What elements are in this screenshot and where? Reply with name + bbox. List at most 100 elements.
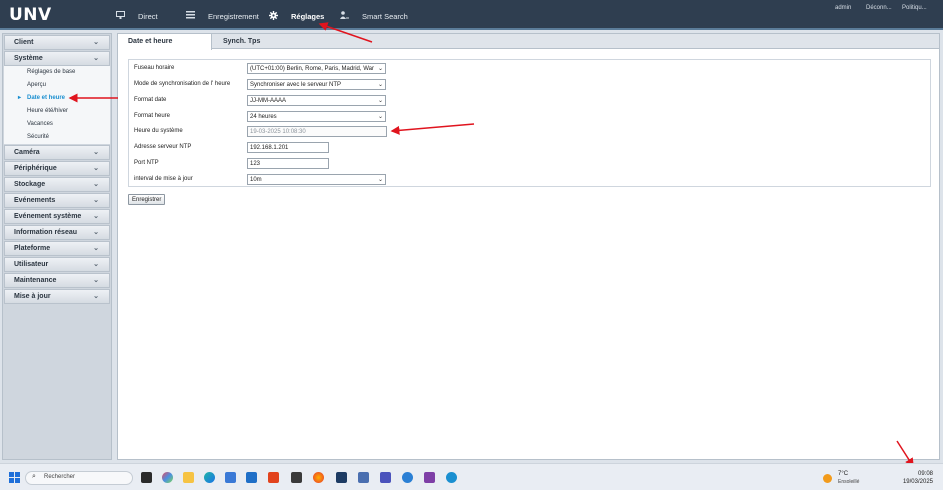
- sidebar-category-camera[interactable]: Caméra ⌄: [4, 145, 110, 160]
- sidebar-category-peripherique[interactable]: Périphérique ⌄: [4, 161, 110, 176]
- sidebar-category-client[interactable]: Client ⌄: [4, 35, 110, 50]
- chevron-down-icon: ⌄: [93, 213, 99, 220]
- ntp-port-label: Port NTP: [134, 160, 159, 166]
- sidebar-category-label: Stockage: [14, 181, 46, 188]
- teams-icon[interactable]: [380, 472, 391, 483]
- chevron-down-icon: ⌄: [93, 245, 99, 252]
- chevron-down-icon: ⌄: [377, 114, 383, 120]
- sidebar-item-reglages-de-base[interactable]: Réglages de base: [4, 66, 110, 79]
- sidebar-category-information-reseau[interactable]: Information réseau ⌄: [4, 225, 110, 240]
- nav-direct[interactable]: Direct: [114, 9, 158, 23]
- chevron-down-icon: ⌄: [93, 149, 99, 156]
- ntp-address-label: Adresse serveur NTP: [134, 144, 192, 150]
- sidebar-category-stockage[interactable]: Stockage ⌄: [4, 177, 110, 192]
- sidebar-category-label: Evénements: [14, 197, 56, 204]
- chevron-down-icon: ⌄: [93, 165, 99, 172]
- sidebar-category-label: Périphérique: [14, 165, 57, 172]
- person-search-icon: [338, 11, 350, 21]
- app-remote-icon[interactable]: [336, 472, 347, 483]
- sidebar-item-heure-ete-hiver[interactable]: Heure été/hiver: [4, 105, 110, 118]
- app-sync-icon[interactable]: [446, 472, 457, 483]
- taskbar-clock-date[interactable]: 19/03/2025: [903, 479, 933, 485]
- list-icon: [184, 11, 196, 21]
- sidebar-category-label: Système: [14, 55, 43, 62]
- form-row-ntp-address: Adresse serveur NTP 192.168.1.201: [129, 142, 930, 154]
- chevron-down-icon: ⌄: [377, 98, 383, 104]
- onenote-icon[interactable]: [424, 472, 435, 483]
- heure-systeme-field: 19-03-2025 10:08:30: [247, 126, 387, 137]
- nav-smart-search[interactable]: Smart Search: [338, 9, 408, 23]
- store-icon[interactable]: [225, 472, 236, 483]
- nav-enregistrement-label: Enregistrement: [208, 11, 259, 21]
- form-row-mode: Mode de synchronisation de l' heure Sync…: [129, 79, 930, 91]
- tab-bar: Date et heure Synch. Tps: [118, 34, 939, 50]
- sidebar-category-maintenance[interactable]: Maintenance ⌄: [4, 273, 110, 288]
- file-explorer-icon[interactable]: [183, 472, 194, 483]
- settings-content-panel: Date et heure Synch. Tps Fuseau horaire …: [117, 33, 940, 460]
- ntp-port-input[interactable]: 123: [247, 158, 329, 169]
- mode-synchronisation-select[interactable]: Synchroniser avec le serveur NTP ⌄: [247, 79, 386, 90]
- monitor-icon: [114, 11, 126, 21]
- search-icon: ⌕: [32, 473, 36, 480]
- sidebar-category-evenement-systeme[interactable]: Evénement système ⌄: [4, 209, 110, 224]
- form-row-interval: interval de mise à jour 10m ⌄: [129, 174, 930, 186]
- format-date-value: JJ-MM-AAAA: [250, 97, 286, 104]
- sidebar-category-utilisateur[interactable]: Utilisateur ⌄: [4, 257, 110, 272]
- user-admin-link[interactable]: admin: [835, 5, 851, 11]
- tab-date-et-heure[interactable]: Date et heure: [118, 34, 212, 50]
- outlook-icon[interactable]: [246, 472, 257, 483]
- app-dark-icon[interactable]: [291, 472, 302, 483]
- sidebar-item-date-et-heure[interactable]: ▸ Date et heure: [4, 92, 110, 105]
- format-heure-select[interactable]: 24 heures ⌄: [247, 111, 386, 122]
- sidebar-category-mise-a-jour[interactable]: Mise à jour ⌄: [4, 289, 110, 304]
- app-blue-icon[interactable]: [402, 472, 413, 483]
- sidebar-category-label: Client: [14, 39, 34, 46]
- fuseau-horaire-select[interactable]: (UTC+01:00) Berlin, Rome, Paris, Madrid,…: [247, 63, 386, 74]
- chevron-down-icon: ⌄: [93, 261, 99, 268]
- chevron-down-icon: ⌄: [93, 181, 99, 188]
- ntp-address-input[interactable]: 192.168.1.201: [247, 142, 329, 153]
- sidebar-item-apercu[interactable]: Aperçu: [4, 79, 110, 92]
- chevron-down-icon: ⌄: [93, 293, 99, 300]
- copilot-icon[interactable]: [162, 472, 173, 483]
- weather-temperature: 7°C: [838, 471, 849, 477]
- sidebar-category-evenements[interactable]: Evénements ⌄: [4, 193, 110, 208]
- app-phone-icon[interactable]: [358, 472, 369, 483]
- chevron-down-icon: ⌄: [93, 277, 99, 284]
- sidebar-item-vacances[interactable]: Vacances: [4, 118, 110, 131]
- policy-link[interactable]: Politiqu...: [902, 5, 927, 11]
- logout-link[interactable]: Déconn...: [866, 5, 892, 11]
- nav-reglages[interactable]: Réglages: [267, 9, 324, 23]
- form-row-heure-systeme: Heure du système 19-03-2025 10:08:30: [129, 126, 930, 138]
- task-view-icon[interactable]: [141, 472, 152, 483]
- sidebar-category-label: Caméra: [14, 149, 40, 156]
- fuseau-label: Fuseau horaire: [134, 65, 175, 71]
- windows-start-button[interactable]: [9, 472, 20, 483]
- form-row-format-date: Format date JJ-MM-AAAA ⌄: [129, 95, 930, 107]
- format-heure-label: Format heure: [134, 113, 171, 119]
- sidebar-category-systeme[interactable]: Système ⌄: [4, 51, 110, 66]
- sidebar-item-securite[interactable]: Sécurité: [4, 131, 110, 144]
- interval-value: 10m: [250, 176, 262, 183]
- sidebar-category-label: Evénement système: [14, 213, 82, 220]
- nav-enregistrement[interactable]: Enregistrement: [184, 9, 259, 23]
- taskbar-clock-time[interactable]: 09:08: [918, 471, 933, 477]
- date-time-form: Fuseau horaire (UTC+01:00) Berlin, Rome,…: [128, 59, 931, 187]
- sidebar-category-label: Plateforme: [14, 245, 51, 252]
- firefox-icon[interactable]: [313, 472, 324, 483]
- sidebar-category-label: Utilisateur: [14, 261, 49, 268]
- systeme-submenu: Réglages de base Aperçu ▸ Date et heure H…: [4, 66, 110, 144]
- format-date-select[interactable]: JJ-MM-AAAA ⌄: [247, 95, 386, 106]
- format-date-label: Format date: [134, 97, 167, 103]
- interval-select[interactable]: 10m ⌄: [247, 174, 386, 185]
- taskbar-search-box[interactable]: ⌕ Rechercher: [25, 471, 133, 485]
- form-row-fuseau: Fuseau horaire (UTC+01:00) Berlin, Rome,…: [129, 63, 930, 75]
- unv-logo: UNV: [9, 5, 52, 25]
- sidebar-category-plateforme[interactable]: Plateforme ⌄: [4, 241, 110, 256]
- tab-synch-tps[interactable]: Synch. Tps: [213, 34, 303, 49]
- app-red-icon[interactable]: [268, 472, 279, 483]
- sidebar-item-label: Date et heure: [27, 95, 66, 101]
- edge-icon[interactable]: [204, 472, 215, 483]
- sidebar-category-label: Maintenance: [14, 277, 57, 284]
- save-button[interactable]: Enregistrer: [128, 194, 166, 205]
